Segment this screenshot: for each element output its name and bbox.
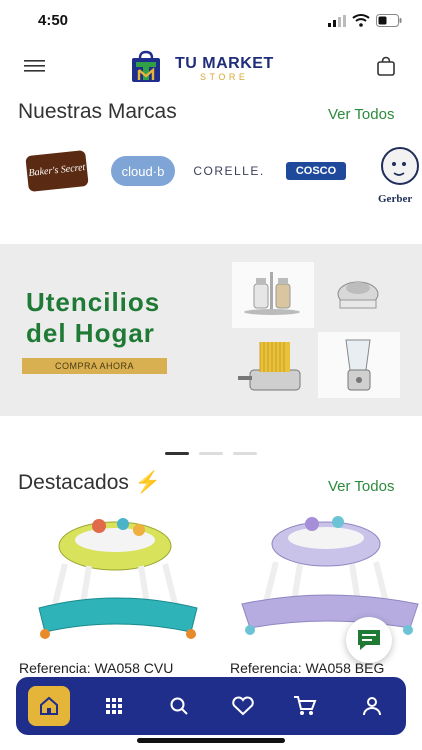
baby-walker-image [38,518,198,639]
featured-see-all-link[interactable]: Ver Todos [328,478,394,495]
brand-gerber[interactable]: Gerber [374,146,422,202]
banner-image-pasta-pot [232,332,314,398]
brand-label: CORELLE. [193,164,265,178]
menu-icon[interactable] [24,58,46,74]
brand-bakers-secret[interactable]: Baker's Secret [25,148,89,194]
product-card[interactable] [19,504,216,654]
brand-cosco[interactable]: COSCO [284,148,348,194]
logo-subtitle: STORE [200,72,249,82]
bottom-navigation [16,677,406,735]
search-icon [170,697,188,715]
logo-bag-icon [132,50,160,82]
product-reference: Referencia: WA058 BEG [230,660,385,676]
nav-cart[interactable] [284,686,326,726]
home-indicator [137,738,285,743]
nav-profile[interactable] [351,686,393,726]
banner-image-blender [318,332,400,398]
gerber-baby-icon [381,147,419,185]
carousel-dot[interactable] [233,452,257,455]
home-icon [40,696,58,715]
user-icon [363,697,381,716]
grid-icon [106,698,122,714]
banner-title-line2: del Hogar [26,318,155,348]
brands-see-all-link[interactable]: Ver Todos [328,106,394,123]
brand-label: COSCO [295,165,337,177]
brand-label: Baker's Secret [28,162,86,179]
battery-icon [376,14,402,27]
wifi-icon [352,14,370,27]
nav-search[interactable] [158,686,200,726]
banner-image-egg-cooker [318,262,400,328]
nav-home[interactable] [28,686,70,726]
chat-icon [358,630,380,650]
featured-section-title: Destacados ⚡ [18,471,161,495]
brand-corelle[interactable]: CORELLE. [193,148,265,194]
nav-categories[interactable] [93,686,135,726]
product-reference: Referencia: WA058 CVU [19,660,174,676]
carousel-dot-active[interactable] [165,452,189,455]
carousel-dot[interactable] [199,452,223,455]
banner-cta-button[interactable]: COMPRA AHORA [22,358,167,374]
brands-section-title: Nuestras Marcas [18,100,177,123]
brand-label: cloud·b [121,163,165,179]
shopping-bag-icon[interactable] [376,56,396,76]
cart-icon [294,696,317,715]
baby-walker-image [241,516,419,635]
banner-image-salt-pepper [232,262,314,328]
brand-cloud-b[interactable]: cloud·b [110,148,176,194]
nav-favorites[interactable] [222,686,264,726]
heart-icon [232,696,254,716]
lightning-icon: ⚡ [134,471,161,494]
logo-title: TU MARKET [175,55,274,72]
product-card[interactable] [230,504,422,654]
brand-label: Gerber [378,193,413,202]
featured-title-text: Destacados [18,471,129,494]
signal-icon [328,15,346,27]
banner-title-line1: Utencilios [26,287,161,317]
chat-button[interactable] [346,617,392,663]
status-time: 4:50 [38,12,69,29]
